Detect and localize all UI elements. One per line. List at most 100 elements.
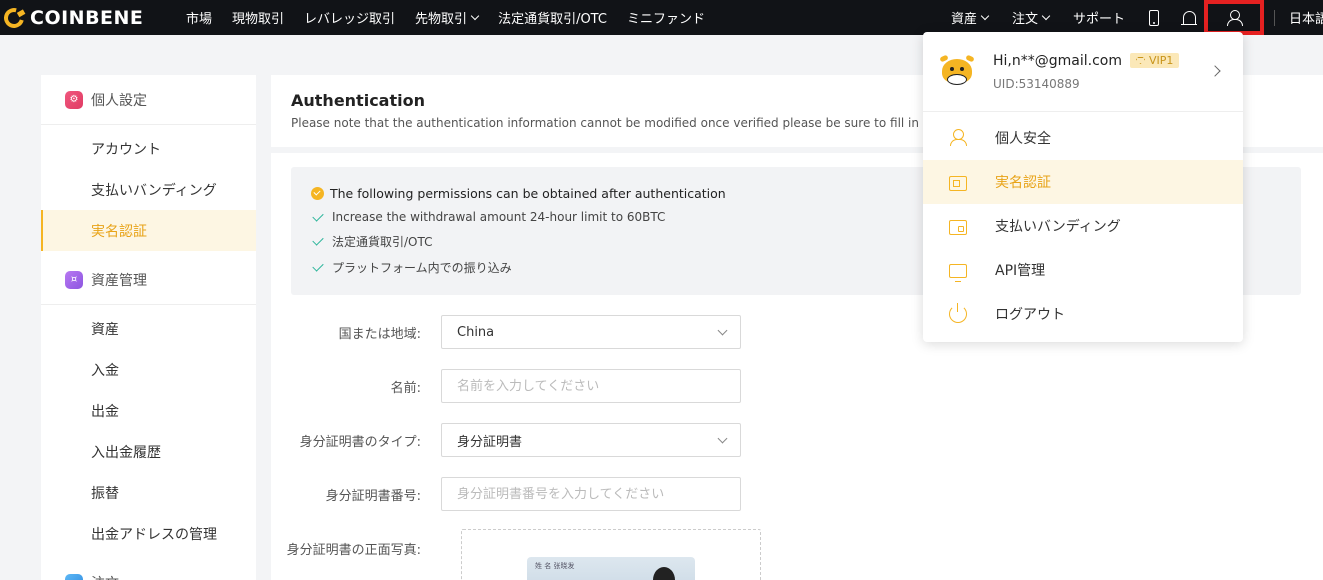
coinbene-logo-icon [0, 3, 28, 32]
sidebar-item-payment-binding[interactable]: 支払いバンディング [41, 169, 256, 210]
id-front-label: 身分証明書の正面写真: [286, 542, 421, 558]
id-type-label: 身分証明書のタイプ: [299, 434, 421, 450]
brand-logo[interactable]: COINBENE [0, 3, 174, 32]
menu-item-authentication[interactable]: 実名認証 [923, 160, 1243, 204]
permission-text: プラットフォーム内での振り込み [332, 261, 512, 275]
id-type-value: 身分証明書 [457, 434, 523, 450]
chevron-down-icon [980, 11, 990, 20]
name-row: 名前: [271, 369, 771, 403]
chevron-down-icon [1041, 11, 1051, 20]
id-type-row: 身分証明書のタイプ: 身分証明書 [271, 423, 771, 457]
sidebar-section-personal: ⚙ 個人設定 [41, 75, 256, 125]
sidebar-section-orders: ≡ 注文 [41, 558, 256, 580]
nav-right: 資産 注文 サポート 日本語 [951, 0, 1323, 35]
user-uid: UID:53140889 [993, 76, 1080, 91]
sidebar-group-personal: アカウント 支払いバンディング 実名認証 [41, 125, 256, 255]
nav-link-margin[interactable]: レバレッジ取引 [304, 8, 395, 27]
avatar-eye [950, 66, 954, 71]
sidebar-item-deposit[interactable]: 入金 [41, 349, 256, 390]
sidebar-section-assets: ¤ 資産管理 [41, 255, 256, 305]
country-row: 国または地域: China [271, 315, 771, 349]
sidebar-item-account[interactable]: アカウント [41, 128, 256, 169]
user-dropdown-menu: Hi,n**@gmail.com VIP1 UID:53140889 個人安全 … [923, 32, 1243, 342]
sidebar-group-assets: 資産 入金 出金 入出金履歴 振替 出金アドレスの管理 [41, 305, 256, 558]
user-menu-items: 個人安全 実名認証 支払いバンディング API管理 ログアウト [923, 112, 1243, 336]
personal-settings-icon: ⚙ [65, 90, 83, 109]
user-email-row: Hi,n**@gmail.com VIP1 [993, 52, 1180, 69]
brand-name: COINBENE [30, 6, 144, 29]
nav-link-futures-label: 先物取引 [415, 12, 468, 27]
nav-link-market[interactable]: 市場 [186, 8, 212, 27]
sidebar-item-authentication[interactable]: 実名認証 [41, 210, 256, 251]
nav-link-otc[interactable]: 法定通貨取引/OTC [498, 8, 607, 27]
name-label: 名前: [390, 380, 421, 396]
country-label: 国または地域: [338, 326, 421, 342]
power-icon [949, 303, 967, 323]
nav-divider [1274, 9, 1275, 26]
top-nav: COINBENE 市場 現物取引 レバレッジ取引 先物取引 法定通貨取引/OTC… [0, 0, 1323, 35]
vip-level: VIP1 [1148, 54, 1174, 67]
sidebar-item-assets[interactable]: 資産 [41, 308, 256, 349]
check-circle-icon [311, 187, 324, 200]
menu-item-label: 個人安全 [995, 131, 1051, 147]
avatar-eye [960, 66, 964, 71]
chevron-down-icon [470, 11, 480, 20]
id-card-icon [949, 175, 967, 191]
sidebar-section-title: 注文 [91, 573, 119, 580]
vip-badge: VIP1 [1129, 53, 1180, 68]
menu-item-security[interactable]: 個人安全 [923, 116, 1243, 160]
nav-orders-label: 注文 [1011, 12, 1038, 27]
id-type-select[interactable]: 身分証明書 [441, 423, 741, 457]
menu-item-api[interactable]: API管理 [923, 248, 1243, 292]
id-front-upload[interactable]: 姓 名 张晓发 [461, 529, 761, 580]
menu-item-logout[interactable]: ログアウト [923, 292, 1243, 336]
permission-text: Increase the withdrawal amount 24-hour l… [332, 210, 666, 224]
sidebar-section-title: 個人設定 [91, 92, 147, 109]
nav-links: 市場 現物取引 レバレッジ取引 先物取引 法定通貨取引/OTC ミニファンド [186, 8, 725, 27]
chevron-right-icon [1209, 65, 1221, 77]
person-icon [949, 129, 967, 147]
name-input[interactable] [441, 369, 741, 403]
sidebar-item-history[interactable]: 入出金履歴 [41, 431, 256, 472]
nav-link-futures[interactable]: 先物取引 [415, 8, 480, 27]
api-monitor-icon [949, 263, 967, 282]
id-card-face-image [653, 567, 675, 580]
permission-text: 法定通貨取引/OTC [332, 235, 433, 249]
mobile-app-button[interactable] [1149, 9, 1159, 26]
chevron-down-icon [717, 433, 728, 444]
nav-link-spot[interactable]: 現物取引 [232, 8, 284, 27]
user-profile-header[interactable]: Hi,n**@gmail.com VIP1 UID:53140889 [923, 32, 1243, 112]
asset-management-icon: ¤ [65, 270, 83, 289]
menu-item-label: ログアウト [995, 307, 1065, 323]
sidebar-item-withdraw-address[interactable]: 出金アドレスの管理 [41, 513, 256, 554]
sidebar-item-transfer[interactable]: 振替 [41, 472, 256, 513]
check-icon [312, 209, 324, 222]
language-selector[interactable]: 日本語 [1289, 8, 1323, 27]
id-number-label: 身分証明書番号: [325, 488, 421, 504]
sidebar-item-withdraw[interactable]: 出金 [41, 390, 256, 431]
nav-support[interactable]: サポート [1073, 8, 1125, 27]
nav-assets-label: 資産 [950, 12, 977, 27]
permissions-title: The following permissions can be obtaine… [330, 186, 726, 201]
country-value: China [457, 324, 495, 340]
user-menu-button[interactable] [1204, 0, 1264, 35]
diamond-icon [1135, 57, 1145, 64]
user-email: Hi,n**@gmail.com [993, 52, 1122, 69]
bell-icon [1181, 11, 1197, 25]
avatar [939, 54, 975, 90]
nav-link-minifund[interactable]: ミニファンド [627, 8, 705, 27]
menu-item-payment-binding[interactable]: 支払いバンディング [923, 204, 1243, 248]
orders-icon: ≡ [65, 574, 83, 580]
user-icon [1227, 9, 1243, 26]
id-number-input[interactable] [441, 477, 741, 511]
menu-item-label: 実名認証 [995, 175, 1051, 191]
check-icon [312, 260, 324, 272]
country-select[interactable]: China [441, 315, 741, 349]
nav-orders[interactable]: 注文 [1011, 8, 1051, 27]
phone-icon [1149, 9, 1159, 26]
check-icon [312, 234, 324, 246]
menu-item-label: API管理 [995, 263, 1046, 279]
nav-assets[interactable]: 資産 [950, 8, 990, 27]
sidebar: ⚙ 個人設定 アカウント 支払いバンディング 実名認証 ¤ 資産管理 資産 入金… [41, 75, 256, 580]
notifications-button[interactable] [1181, 11, 1197, 25]
